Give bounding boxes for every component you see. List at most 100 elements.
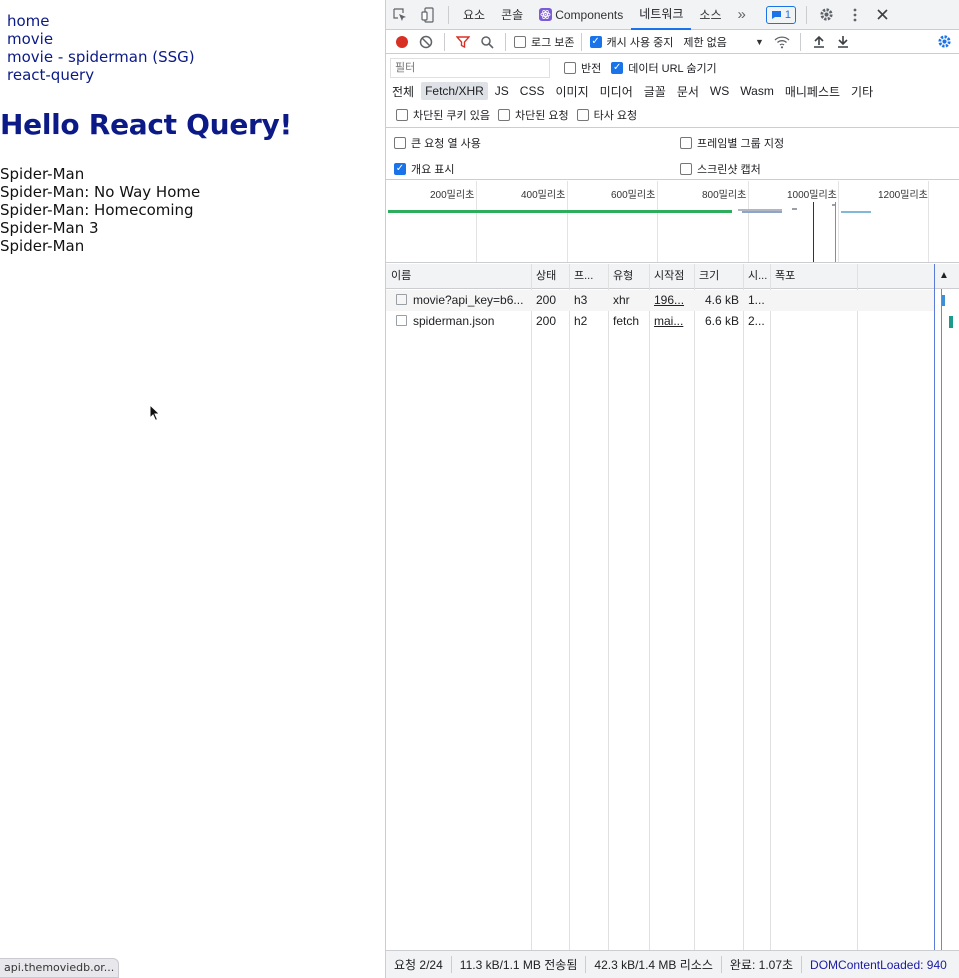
mouse-cursor-icon (149, 404, 161, 422)
type-filter-ws[interactable]: WS (706, 82, 733, 100)
column-divider (694, 264, 695, 950)
network-summary-bar: 요청 2/24 11.3 kB/1.1 MB 전송됨 42.3 kB/1.4 M… (386, 950, 959, 978)
invert-checkbox[interactable]: 반전 (564, 60, 601, 76)
nav-link-spiderman-ssg[interactable]: movie - spiderman (SSG) (7, 48, 195, 66)
search-icon[interactable] (475, 30, 499, 54)
nav-link-react-query[interactable]: react-query (7, 66, 195, 84)
network-settings-gear-icon[interactable] (932, 30, 956, 54)
col-protocol[interactable]: 프... (569, 264, 608, 289)
column-divider (743, 264, 744, 950)
more-options-icon[interactable] (841, 0, 869, 30)
show-overview-checkbox[interactable]: ✓ 개요 표시 (394, 161, 455, 177)
type-filter-font[interactable]: 글꼴 (640, 81, 670, 102)
type-filter-css[interactable]: CSS (516, 82, 549, 100)
movie-item: Spider-Man 3 (0, 219, 99, 237)
blocked-cookies-checkbox[interactable]: 차단된 쿠키 있음 (396, 107, 490, 123)
large-rows-checkbox[interactable]: 큰 요청 열 사용 (394, 135, 481, 151)
col-waterfall[interactable]: 폭포 (770, 264, 930, 289)
request-name[interactable]: movie?api_key=b6... (391, 290, 531, 311)
filter-input[interactable] (390, 58, 550, 78)
checkbox-box[interactable] (680, 163, 692, 175)
type-filter-all[interactable]: 전체 (388, 81, 418, 102)
request-name[interactable]: spiderman.json (391, 311, 531, 332)
checkbox-box[interactable]: ✓ (589, 35, 602, 48)
hide-data-urls-checkbox[interactable]: ✓ 데이터 URL 숨기기 (611, 60, 717, 76)
type-filter-doc[interactable]: 문서 (673, 81, 703, 102)
network-overview-timeline[interactable]: 200밀리초 400밀리초 600밀리초 800밀리초 1000밀리초 1200… (386, 181, 959, 263)
filter-row: 반전 ✓ 데이터 URL 숨기기 (386, 56, 959, 80)
tab-sources[interactable]: 소스 (691, 0, 729, 30)
more-tabs-button[interactable]: » (730, 0, 754, 30)
network-conditions-icon[interactable] (770, 30, 794, 54)
type-filter-fetch-xhr[interactable]: Fetch/XHR (421, 82, 488, 100)
request-initiator-link[interactable]: 196... (649, 290, 694, 311)
sort-ascending-icon[interactable]: ▲ (934, 264, 954, 289)
col-status[interactable]: 상태 (531, 264, 569, 289)
timeline-gridline (476, 181, 477, 262)
preserve-log-checkbox[interactable]: 로그 보존 (514, 34, 575, 50)
checkbox-box[interactable] (396, 109, 408, 121)
table-row[interactable]: spiderman.json 200 h2 fetch mai... 6.6 k… (386, 311, 953, 332)
export-har-icon[interactable] (831, 30, 855, 54)
checkbox-box[interactable] (497, 109, 510, 121)
inspect-element-icon[interactable] (386, 0, 414, 30)
capture-screenshots-checkbox[interactable]: 스크린샷 캡처 (680, 161, 761, 177)
clear-icon[interactable] (414, 30, 438, 54)
table-row[interactable]: movie?api_key=b6... 200 h3 xhr 196... 4.… (386, 290, 945, 311)
checkbox-box[interactable] (564, 62, 576, 74)
blocked-cookies-label: 차단된 쿠키 있음 (413, 110, 490, 122)
column-divider (857, 264, 858, 950)
preserve-log-label: 로그 보존 (531, 36, 575, 49)
timeline-tick-label: 600밀리초 (611, 190, 656, 201)
separator (448, 5, 449, 24)
request-size: 6.6 kB (704, 314, 739, 328)
tab-console[interactable]: 콘솔 (493, 0, 531, 30)
checkbox-box[interactable] (394, 137, 406, 149)
close-devtools-icon[interactable] (869, 0, 897, 30)
nav-link-home[interactable]: home (7, 12, 195, 30)
col-name[interactable]: 이름 (386, 264, 531, 289)
disable-cache-label: 캐시 사용 중지 (606, 36, 674, 49)
request-name-text: spiderman.json (413, 314, 495, 328)
timeline-tick-label: 1000밀리초 (787, 190, 837, 201)
throttling-select[interactable]: 제한 없음 ▼ (683, 34, 763, 50)
tab-elements[interactable]: 요소 (455, 0, 493, 30)
filter-icon[interactable] (451, 30, 475, 54)
summary-requests: 요청 2/24 (386, 956, 452, 973)
col-type[interactable]: 유형 (608, 264, 649, 289)
third-party-checkbox[interactable]: 타사 요청 (576, 107, 637, 123)
issues-badge[interactable]: 1 (765, 5, 796, 24)
col-time[interactable]: 시... (743, 264, 770, 289)
type-filter-manifest[interactable]: 매니페스트 (781, 81, 844, 102)
col-size[interactable]: 크기 (694, 264, 743, 289)
type-filter-js[interactable]: JS (491, 82, 513, 100)
blocked-requests-checkbox[interactable]: 차단된 요청 (497, 107, 569, 123)
timeline-tick-label: 200밀리초 (430, 190, 475, 201)
column-divider (770, 264, 771, 950)
group-by-frame-checkbox[interactable]: 프레임별 그룹 지정 (680, 135, 784, 151)
type-filter-media[interactable]: 미디어 (596, 81, 637, 102)
checkbox-box[interactable] (514, 35, 526, 48)
checkbox-box[interactable] (576, 109, 589, 121)
capture-screenshots-label: 스크린샷 캡처 (697, 164, 761, 176)
record-icon[interactable] (390, 30, 414, 54)
column-divider (531, 264, 532, 950)
summary-transferred: 11.3 kB/1.1 MB 전송됨 (452, 956, 587, 973)
timeline-gridline (657, 181, 658, 262)
disable-cache-checkbox[interactable]: ✓ 캐시 사용 중지 (589, 34, 674, 50)
tab-components[interactable]: Components (531, 0, 631, 30)
checkbox-box[interactable]: ✓ (611, 62, 624, 74)
tab-network[interactable]: 네트워크 (631, 0, 692, 30)
nav-link-movie[interactable]: movie (7, 30, 195, 48)
checkbox-box[interactable]: ✓ (394, 163, 406, 175)
request-status: 200 (536, 314, 557, 328)
type-filter-wasm[interactable]: Wasm (736, 82, 778, 100)
col-initiator[interactable]: 시작점 (649, 264, 694, 289)
device-toolbar-icon[interactable] (414, 0, 442, 30)
settings-gear-icon[interactable] (813, 0, 841, 30)
type-filter-other[interactable]: 기타 (847, 81, 877, 102)
import-har-icon[interactable] (807, 30, 831, 54)
request-initiator-link[interactable]: mai... (649, 311, 694, 332)
checkbox-box[interactable] (680, 137, 692, 149)
type-filter-img[interactable]: 이미지 (551, 81, 592, 102)
